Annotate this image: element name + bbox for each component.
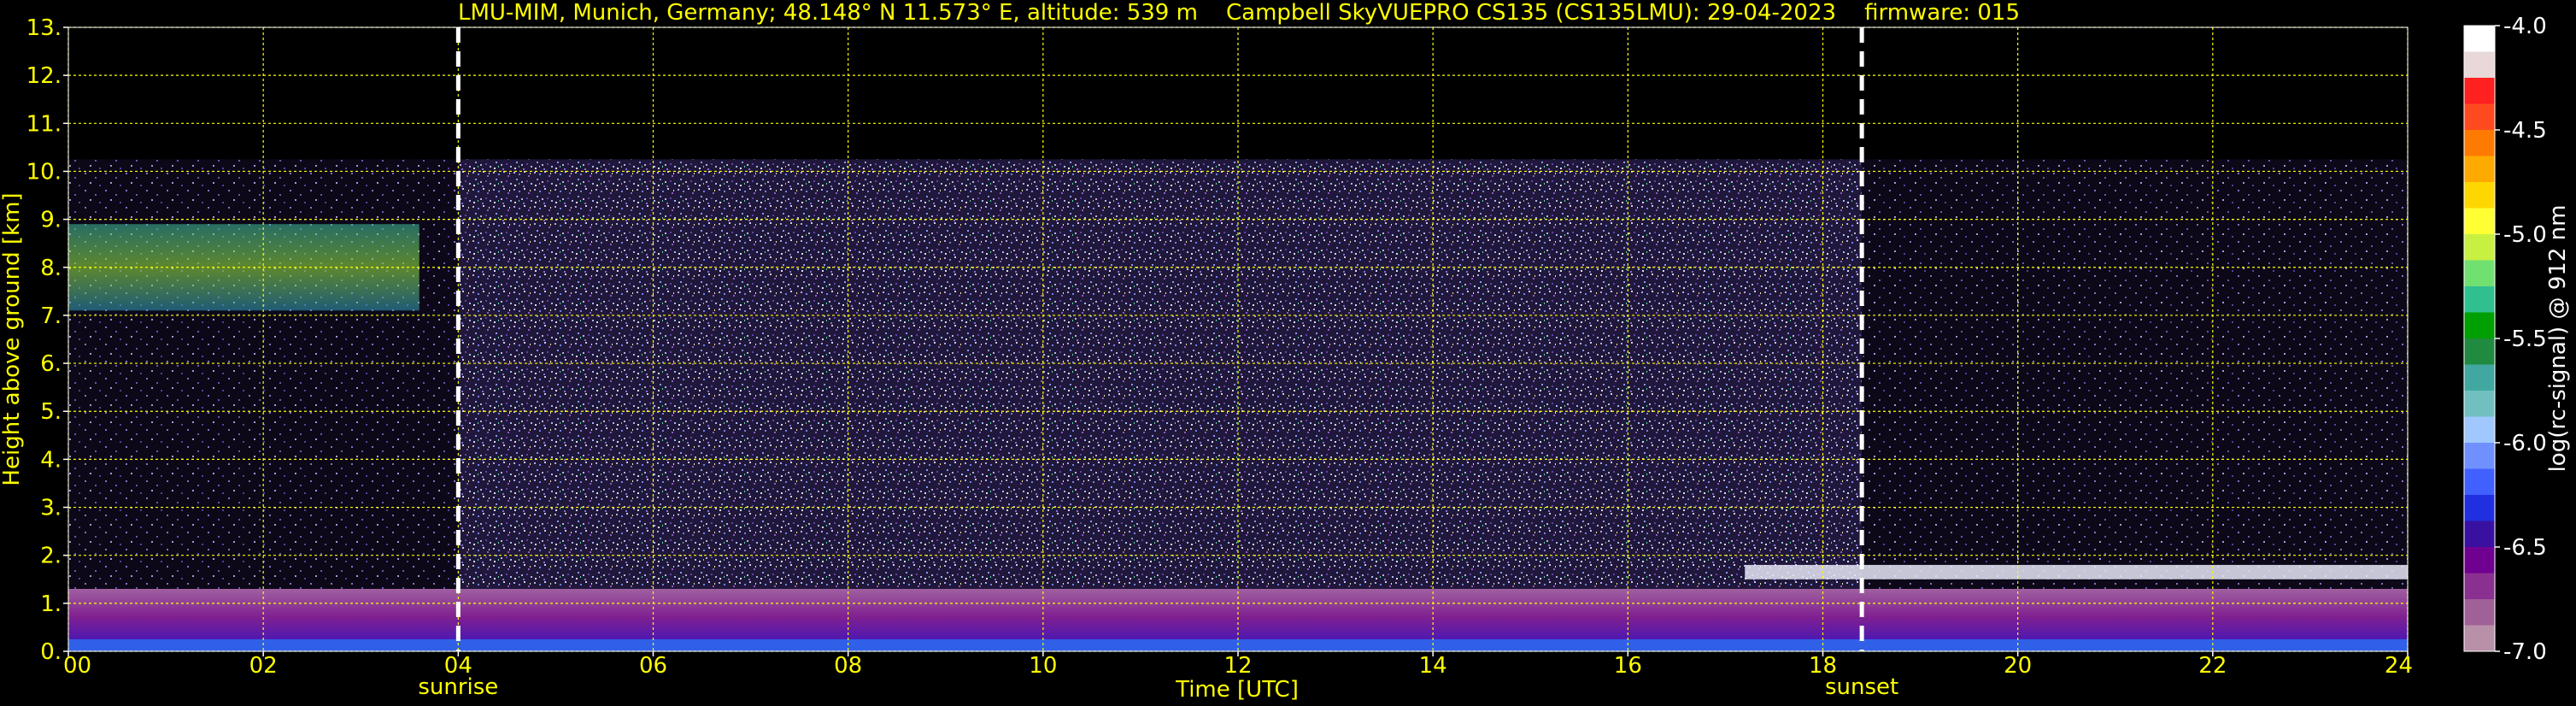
colorbar-swatch bbox=[2464, 51, 2495, 79]
colorbar-swatch bbox=[2464, 130, 2495, 156]
colorbar-swatch bbox=[2464, 599, 2495, 626]
colorbar-tick-label: -4.5 bbox=[2503, 118, 2547, 144]
layer-aerosol-top bbox=[1745, 564, 2408, 580]
colorbar-tick-label: -6.5 bbox=[2503, 535, 2547, 561]
x-tick-label: 08 bbox=[834, 653, 862, 679]
y-tick-label: 1. bbox=[40, 591, 62, 617]
colorbar-swatch bbox=[2464, 260, 2495, 287]
y-tick-label: 12. bbox=[26, 63, 62, 89]
x-tick-label: 18 bbox=[1809, 653, 1837, 679]
colorbar-swatch bbox=[2464, 495, 2495, 521]
colorbar-swatch bbox=[2464, 234, 2495, 261]
x-tick-label: 00 bbox=[63, 653, 91, 679]
y-tick-label: 0. bbox=[40, 639, 62, 665]
x-axis-label: Time [UTC] bbox=[1175, 677, 1299, 703]
ceilometer-plot: sunrise sunset 00 02 04 06 08 10 12 14 16 18 20 22 24 0… bbox=[0, 0, 2576, 706]
x-tick-label: 02 bbox=[249, 653, 278, 679]
colorbar-tick-label: -4.0 bbox=[2503, 14, 2547, 39]
x-tick-label: 24 bbox=[2385, 653, 2413, 679]
y-tick-label: 8. bbox=[40, 256, 62, 281]
y-tick-label: 10. bbox=[26, 159, 62, 185]
colorbar-swatch bbox=[2464, 103, 2495, 131]
x-tick-label: 14 bbox=[1419, 653, 1447, 679]
y-tick-label: 2. bbox=[40, 544, 62, 569]
colorbar-tick-label: -6.0 bbox=[2503, 431, 2547, 456]
y-tick-label: 6. bbox=[40, 351, 62, 377]
colorbar-tick-label: -5.0 bbox=[2503, 222, 2547, 248]
colorbar-swatch bbox=[2464, 78, 2495, 104]
x-tick-label: 16 bbox=[1614, 653, 1642, 679]
colorbar-swatch bbox=[2464, 443, 2495, 469]
colorbar-swatch bbox=[2464, 521, 2495, 548]
y-tick-label: 5. bbox=[40, 399, 62, 425]
colorbar-swatch bbox=[2464, 391, 2495, 417]
day-noise-field bbox=[458, 159, 1863, 651]
colorbar-tick-label: -5.5 bbox=[2503, 327, 2547, 352]
y-tick-label: 9. bbox=[40, 208, 62, 233]
y-tick-label: 7. bbox=[40, 303, 62, 329]
y-tick-label: 4. bbox=[40, 447, 62, 473]
y-axis-label: Height above ground [km] bbox=[0, 192, 25, 485]
chart-title: LMU-MIM, Munich, Germany; 48.148° N 11.5… bbox=[458, 0, 2020, 26]
x-tick-label: 04 bbox=[444, 653, 472, 679]
colorbar-tick-label: -7.0 bbox=[2503, 639, 2547, 665]
y-tick-label: 3. bbox=[40, 496, 62, 521]
x-tick-label: 20 bbox=[2004, 653, 2032, 679]
colorbar-swatch bbox=[2464, 312, 2495, 339]
colorbar-swatch bbox=[2464, 547, 2495, 574]
colorbar-label: log(rc-signal) @ 912 nm bbox=[2545, 205, 2571, 473]
colorbar-swatch bbox=[2464, 286, 2495, 313]
x-tick-label: 10 bbox=[1029, 653, 1057, 679]
colorbar-swatch bbox=[2464, 26, 2495, 52]
x-tick-label: 12 bbox=[1223, 653, 1252, 679]
colorbar-swatch bbox=[2464, 182, 2495, 209]
colorbar-swatch bbox=[2464, 156, 2495, 183]
backscatter-chart: sunrise sunset00 02 04 06 08 10 12 14 16 18 20 22 240… bbox=[0, 0, 2571, 703]
y-tick-label: 13. bbox=[26, 15, 62, 41]
colorbar-swatch bbox=[2464, 625, 2495, 652]
colorbar-swatch bbox=[2464, 364, 2495, 391]
colorbar-swatch bbox=[2464, 416, 2495, 444]
colorbar-swatch bbox=[2464, 573, 2495, 600]
colorbar-swatch bbox=[2464, 338, 2495, 365]
x-tick-label: 06 bbox=[639, 653, 667, 679]
x-tick-label: 22 bbox=[2198, 653, 2227, 679]
colorbar-swatch bbox=[2464, 208, 2495, 235]
colorbar-swatch bbox=[2464, 468, 2495, 496]
y-tick-label: 11. bbox=[26, 111, 62, 137]
